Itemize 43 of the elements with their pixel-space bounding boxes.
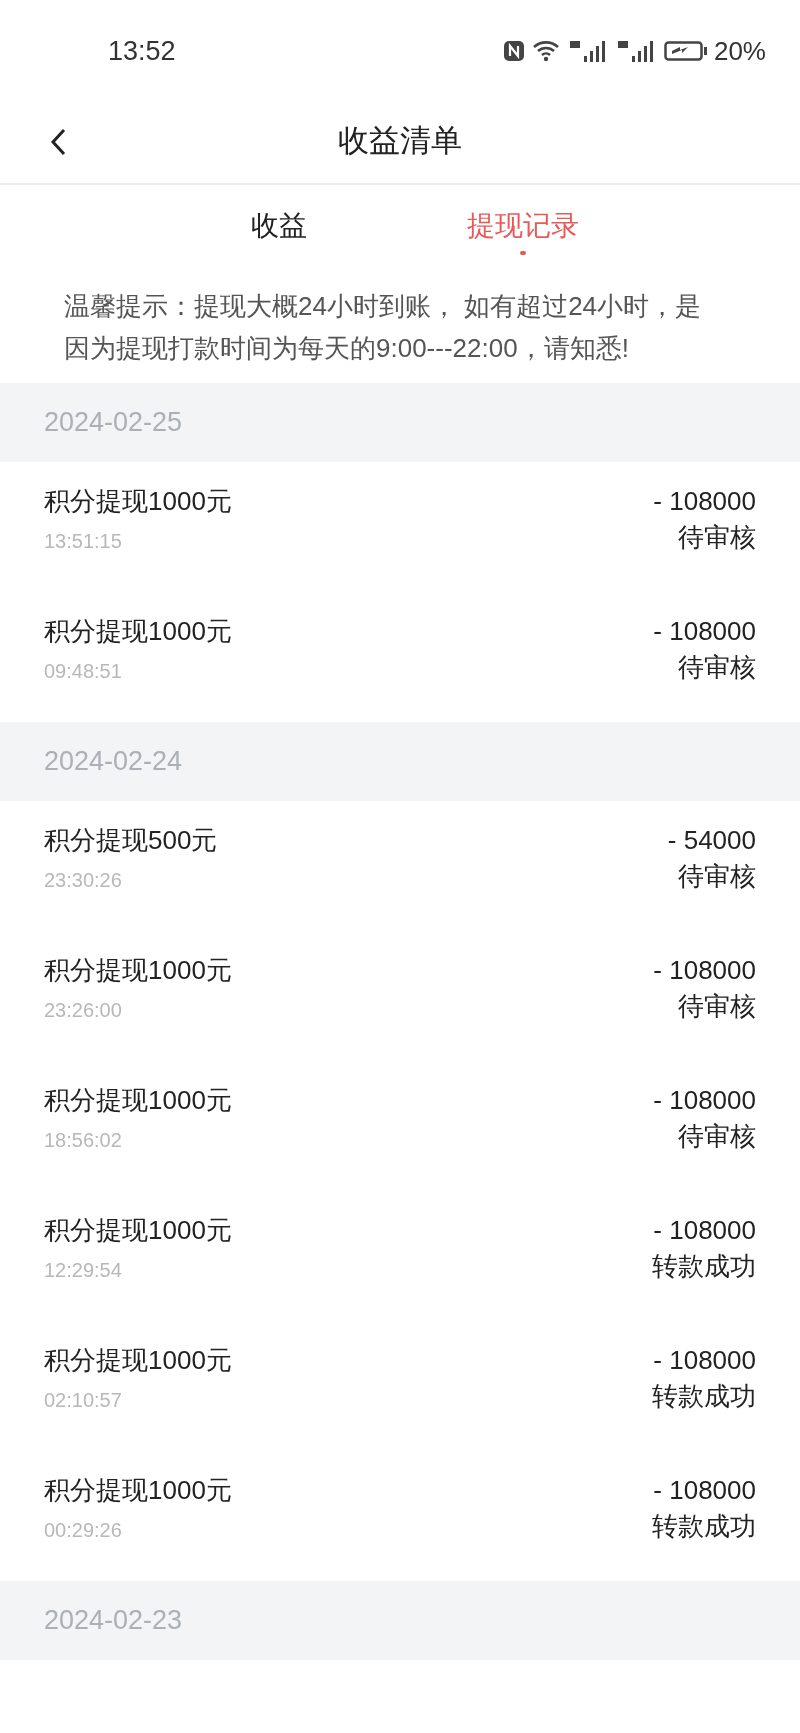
record-title: 积分提现1000元 <box>44 954 232 987</box>
battery-icon <box>663 39 708 63</box>
record-time: 09:48:51 <box>44 659 123 684</box>
record-status: 待审核 <box>678 1120 756 1153</box>
record-time: 23:26:00 <box>44 998 123 1023</box>
back-icon <box>49 127 67 157</box>
record-status: 待审核 <box>678 990 756 1023</box>
record-title: 积分提现1000元 <box>44 1474 232 1507</box>
record-title: 积分提现1000元 <box>44 1344 232 1377</box>
record-status: 转款成功 <box>652 1250 756 1283</box>
record-time: 23:30:26 <box>44 868 123 893</box>
record-time: 18:56:02 <box>44 1128 123 1153</box>
page-title: 收益清单 <box>338 122 462 161</box>
battery-level: 20% <box>713 34 766 68</box>
record-status: 待审核 <box>678 651 756 684</box>
record-title: 积分提现1000元 <box>44 1084 232 1117</box>
record-amount: - 108000 <box>653 485 756 518</box>
record-amount: - 108000 <box>653 1084 756 1117</box>
notice-text: 温馨提示：提现大概24小时到账， 如有超过24小时，是因为提现打款时间为每天的9:00---22:00，请知悉! <box>63 290 703 365</box>
record-time: 02:10:57 <box>44 1388 123 1413</box>
record-time: 13:51:15 <box>44 529 123 554</box>
record-time: 12:29:54 <box>44 1258 123 1283</box>
record-title: 积分提现1000元 <box>44 615 232 648</box>
record-status: 转款成功 <box>652 1380 756 1413</box>
record-status: 转款成功 <box>652 1510 756 1543</box>
record-title: 积分提现500元 <box>44 824 218 857</box>
record-time: 00:29:26 <box>44 1518 123 1543</box>
tab[interactable]: 收益 <box>251 205 307 255</box>
record-status: 待审核 <box>678 860 756 893</box>
date-header: 2024-02-24 <box>0 722 800 801</box>
record-amount: - 108000 <box>653 1214 756 1247</box>
record-status: 待审核 <box>678 521 756 554</box>
record-title: 积分提现1000元 <box>44 1214 232 1247</box>
record-amount: - 108000 <box>653 615 756 648</box>
date-header: 2024-02-25 <box>0 383 800 462</box>
record-amount: - 108000 <box>653 1474 756 1507</box>
record-amount: - 54000 <box>667 824 756 857</box>
clock: 13:52 <box>108 34 176 68</box>
record-title: 积分提现1000元 <box>44 485 232 518</box>
nfc-icon <box>501 39 526 63</box>
record-amount: - 108000 <box>653 954 756 987</box>
date-header: 2024-02-23 <box>0 1581 800 1660</box>
record-amount: - 108000 <box>653 1344 756 1377</box>
